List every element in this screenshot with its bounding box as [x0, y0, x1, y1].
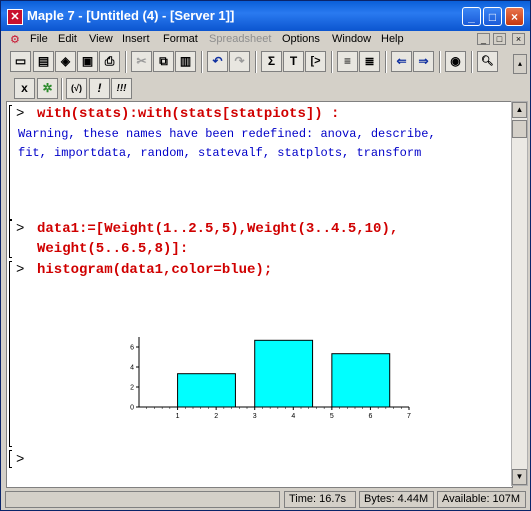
- toolbar-separator: [331, 51, 333, 73]
- status-bytes: Bytes: 4.44M: [359, 491, 434, 508]
- execution-group-bracket[interactable]: [9, 261, 12, 447]
- menu-view[interactable]: View: [89, 33, 113, 45]
- menu-help[interactable]: Help: [381, 33, 404, 45]
- toolbar-separator: [255, 51, 257, 73]
- redo-icon[interactable]: ↷: [229, 51, 250, 72]
- menu-edit[interactable]: Edit: [58, 33, 77, 45]
- toolbar-separator: [125, 51, 127, 73]
- y-tick-label: 6: [130, 345, 134, 352]
- scroll-down-icon[interactable]: ▼: [512, 469, 527, 485]
- insert-prompt-icon[interactable]: [>: [305, 51, 326, 72]
- menu-spreadsheet[interactable]: Spreadsheet: [209, 33, 271, 45]
- maple-x-icon[interactable]: ✕: [7, 9, 23, 25]
- execute-icon[interactable]: !: [89, 78, 110, 99]
- output-line: fit, importdata, random, statevalf, stat…: [18, 146, 422, 160]
- toolbar-separator: [61, 78, 63, 100]
- open-url-icon[interactable]: ◈: [55, 51, 76, 72]
- scroll-thumb[interactable]: [512, 120, 527, 138]
- menu-format[interactable]: Format: [163, 33, 198, 45]
- vertical-scrollbar[interactable]: ▲ ▼: [511, 101, 528, 486]
- x-tick-label: 2: [214, 413, 218, 420]
- cut-icon[interactable]: ✂: [131, 51, 152, 72]
- text-mode-icon[interactable]: x: [14, 78, 35, 99]
- worksheet[interactable]: > with(stats):with(stats[statpiots]) : W…: [6, 101, 513, 488]
- main-toolbar: ▭ ▤ ◈ ▣ ⎙ ✂ ⧉ ▥ ↶ ↷ Σ T [> ≡ ≣ ⇐ ⇒ ◉ 🔍︎ …: [1, 51, 530, 77]
- menu-bar: ⚙ File Edit View Insert Format Spreadshe…: [1, 31, 530, 49]
- open-icon[interactable]: ▤: [33, 51, 54, 72]
- x-tick-label: 5: [330, 413, 334, 420]
- y-tick-label: 4: [130, 365, 134, 372]
- doc-minimize-button[interactable]: _: [477, 33, 490, 45]
- text-icon[interactable]: T: [283, 51, 304, 72]
- expand-section-icon[interactable]: ≣: [359, 51, 380, 72]
- histogram-plot[interactable]: 1 2 3 4 5 6 7 0 2 4 6: [117, 327, 417, 427]
- doc-close-button[interactable]: ×: [512, 33, 525, 45]
- histogram-bar: [254, 339, 314, 408]
- menu-window[interactable]: Window: [332, 33, 371, 45]
- stop-icon[interactable]: ◉: [445, 51, 466, 72]
- prompt: >: [16, 221, 25, 237]
- x-tick-label: 7: [407, 413, 411, 420]
- menu-insert[interactable]: Insert: [122, 33, 150, 45]
- new-icon[interactable]: ▭: [10, 51, 31, 72]
- output-line: Warning, these names have been redefined…: [18, 127, 436, 141]
- status-time: Time: 16.7s: [284, 491, 356, 508]
- execution-group-bracket[interactable]: [9, 220, 12, 258]
- status-available: Available: 107M: [437, 491, 526, 508]
- maple-window: ✕ Maple 7 - [Untitled (4) - [Server 1]] …: [0, 0, 531, 511]
- input-line[interactable]: with(stats):with(stats[statpiots]) :: [37, 106, 339, 122]
- execution-group-bracket[interactable]: [9, 105, 12, 220]
- minimize-button[interactable]: _: [462, 7, 481, 26]
- y-tick-label: 2: [130, 385, 134, 392]
- title-bar[interactable]: ✕ Maple 7 - [Untitled (4) - [Server 1]] …: [1, 1, 530, 31]
- histogram-bar: [331, 353, 391, 408]
- toolbar-separator: [439, 51, 441, 73]
- y-tick-label: 0: [130, 405, 134, 412]
- doc-restore-button[interactable]: □: [493, 33, 506, 45]
- toolbar-separator: [471, 51, 473, 73]
- sqrt-icon[interactable]: (√): [66, 78, 87, 99]
- execution-group-bracket[interactable]: [9, 450, 12, 468]
- copy-icon[interactable]: ⧉: [153, 51, 174, 72]
- toolbar-separator: [201, 51, 203, 73]
- toolbar-separator: [385, 51, 387, 73]
- zoom-icon[interactable]: 🔍︎: [477, 51, 498, 72]
- status-bar: Time: 16.7s Bytes: 4.44M Available: 107M: [1, 489, 530, 510]
- input-line[interactable]: Weight(5..6.5,8)]:: [37, 241, 188, 257]
- execute-all-icon[interactable]: !!!: [111, 78, 132, 99]
- back-arrow-icon[interactable]: ⇐: [391, 51, 412, 72]
- menu-options[interactable]: Options: [282, 33, 320, 45]
- save-icon[interactable]: ▣: [77, 51, 98, 72]
- prompt: >: [16, 262, 25, 278]
- input-line[interactable]: data1:=[Weight(1..2.5,5),Weight(3..4.5,1…: [37, 221, 398, 237]
- collapse-section-icon[interactable]: ≡: [337, 51, 358, 72]
- close-button[interactable]: ×: [505, 7, 524, 26]
- sigma-icon[interactable]: Σ: [261, 51, 282, 72]
- x-tick-label: 3: [253, 413, 257, 420]
- menu-file[interactable]: File: [30, 33, 48, 45]
- prompt: >: [16, 106, 25, 122]
- maple-leaf-icon[interactable]: ✲: [37, 78, 58, 99]
- forward-arrow-icon[interactable]: ⇒: [413, 51, 434, 72]
- prompt[interactable]: >: [16, 452, 24, 468]
- status-message: [5, 491, 280, 508]
- histogram-bar: [177, 373, 236, 408]
- input-line[interactable]: histogram(data1,color=blue);: [37, 262, 272, 278]
- print-icon[interactable]: ⎙: [99, 51, 120, 72]
- x-tick-label: 4: [291, 413, 295, 420]
- scroll-up-icon[interactable]: ▲: [512, 102, 527, 118]
- document-icon[interactable]: ⚙: [10, 33, 20, 46]
- undo-icon[interactable]: ↶: [207, 51, 228, 72]
- toolbar-scroll-icon[interactable]: ▴: [513, 54, 527, 74]
- x-tick-label: 1: [176, 413, 180, 420]
- x-tick-label: 6: [368, 413, 372, 420]
- paste-icon[interactable]: ▥: [175, 51, 196, 72]
- maximize-button[interactable]: □: [483, 7, 502, 26]
- window-title: Maple 7 - [Untitled (4) - [Server 1]]: [27, 8, 235, 23]
